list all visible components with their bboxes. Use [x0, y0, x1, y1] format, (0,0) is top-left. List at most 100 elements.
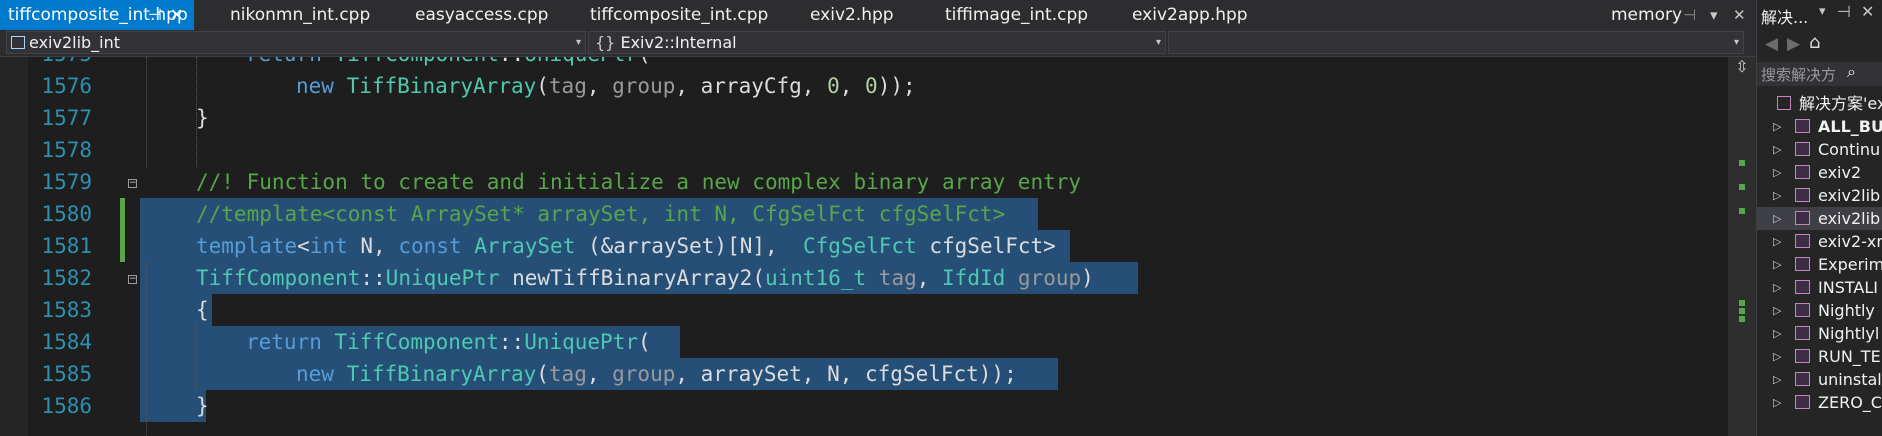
- project-label: exiv2lib: [1818, 209, 1881, 228]
- split-icon[interactable]: ⇳: [1734, 57, 1750, 77]
- dropdown-icon[interactable]: ▾: [1819, 4, 1826, 19]
- close-icon[interactable]: ✕: [1733, 0, 1746, 30]
- change-mark: [1739, 300, 1745, 306]
- panel-toolbar: ◀ ▶ ⌂: [1757, 30, 1882, 60]
- project-item[interactable]: ▷ Continu: [1757, 138, 1882, 161]
- code-line: 1583 {: [0, 294, 1728, 326]
- line-number: 1580: [41, 202, 92, 226]
- search-icon[interactable]: ⌕: [1847, 62, 1856, 82]
- project-label: Experim: [1818, 255, 1882, 274]
- code-text: TiffComponent::UniquePtr newTiffBinaryAr…: [196, 266, 1094, 290]
- pin-icon[interactable]: ⊣: [1837, 2, 1851, 21]
- project-item[interactable]: ▷ RUN_TE: [1757, 345, 1882, 368]
- scope-name: Exiv2::Internal: [620, 33, 737, 52]
- code-text: return TiffComponent::UniquePtr(: [246, 330, 651, 354]
- code-text: return TiffComponent::UniquePtr(: [246, 57, 651, 70]
- change-mark: [1739, 160, 1745, 166]
- project-icon: [1795, 165, 1810, 179]
- project-item[interactable]: ▷ ALL_BU: [1757, 115, 1882, 138]
- forward-icon[interactable]: ▶: [1787, 34, 1800, 54]
- expand-icon[interactable]: ▷: [1773, 184, 1781, 207]
- solution-label: 解决方案'ex: [1799, 94, 1882, 113]
- project-label: ALL_BU: [1818, 117, 1882, 136]
- expand-icon[interactable]: ▷: [1773, 207, 1781, 230]
- project-icon: [1795, 395, 1810, 409]
- home-icon[interactable]: ⌂: [1809, 32, 1820, 53]
- project-item-selected[interactable]: ▷ exiv2lib: [1757, 207, 1882, 230]
- tab-dropdown-icon[interactable]: ▾: [1710, 0, 1718, 30]
- line-number: 1584: [41, 330, 92, 354]
- solution-node[interactable]: 解决方案'ex: [1757, 92, 1882, 115]
- project-item[interactable]: ▷ exiv2: [1757, 161, 1882, 184]
- tab-easyaccess-cpp[interactable]: easyaccess.cpp: [415, 0, 548, 30]
- project-icon: [1795, 326, 1810, 340]
- expand-icon[interactable]: ▷: [1773, 391, 1781, 414]
- close-icon[interactable]: ✕: [170, 0, 183, 30]
- project-item[interactable]: ▷ INSTALI: [1757, 276, 1882, 299]
- navigation-bar: exiv2lib_int ▾ {} Exiv2::Internal ▾ ▾: [0, 30, 1756, 57]
- tab-exiv2app-hpp[interactable]: exiv2app.hpp: [1132, 0, 1248, 30]
- project-icon: [1795, 188, 1810, 202]
- close-icon[interactable]: ✕: [1861, 2, 1874, 21]
- back-icon[interactable]: ◀: [1765, 34, 1778, 54]
- project-dropdown[interactable]: exiv2lib_int ▾: [6, 31, 586, 54]
- tab-tiffcomposite-int-hpp[interactable]: tiffcomposite_int.hpp ⊣ ✕: [0, 0, 194, 30]
- change-mark: [1739, 184, 1745, 190]
- expand-icon[interactable]: ▷: [1773, 230, 1781, 253]
- project-item[interactable]: ▷ Nightly: [1757, 299, 1882, 322]
- project-icon: [1795, 349, 1810, 363]
- expand-icon[interactable]: ▷: [1773, 345, 1781, 368]
- project-label: Continu: [1818, 140, 1881, 159]
- expand-icon[interactable]: ▷: [1773, 138, 1781, 161]
- vertical-scrollbar[interactable]: ⇳: [1728, 57, 1756, 436]
- tab-memory-overflow[interactable]: memory: [1611, 0, 1682, 30]
- project-icon: [1795, 280, 1810, 294]
- code-line: 1579 //! Function to create and initiali…: [0, 166, 1728, 198]
- expand-icon[interactable]: ▷: [1773, 322, 1781, 345]
- project-label: exiv2: [1818, 163, 1862, 182]
- project-item[interactable]: ▷ Experim: [1757, 253, 1882, 276]
- line-number: 1583: [41, 298, 92, 322]
- search-field[interactable]: 搜索解决方 ⌕: [1757, 62, 1882, 86]
- tab-exiv2-hpp[interactable]: exiv2.hpp: [810, 0, 894, 30]
- project-label: Nightlyl: [1818, 324, 1880, 343]
- code-text: }: [196, 394, 209, 418]
- member-dropdown[interactable]: ▾: [1168, 31, 1744, 54]
- expand-icon[interactable]: ▷: [1773, 299, 1781, 322]
- expand-icon[interactable]: ▷: [1773, 253, 1781, 276]
- code-text: new TiffBinaryArray(tag, group, arrayCfg…: [296, 74, 916, 98]
- project-item[interactable]: ▷ Nightlyl: [1757, 322, 1882, 345]
- code-text: }: [196, 106, 209, 130]
- line-number: 1582: [41, 266, 92, 290]
- project-label: RUN_TE: [1818, 347, 1881, 366]
- tab-tiffimage-int-cpp[interactable]: tiffimage_int.cpp: [945, 0, 1088, 30]
- expand-icon[interactable]: ▷: [1773, 276, 1781, 299]
- project-item[interactable]: ▷ exiv2lib: [1757, 184, 1882, 207]
- namespace-icon: {}: [595, 33, 616, 52]
- expand-icon[interactable]: ▷: [1773, 368, 1781, 391]
- project-label: ZERO_C: [1818, 393, 1882, 412]
- project-icon: [1795, 372, 1810, 386]
- chevron-down-icon: ▾: [1155, 37, 1161, 48]
- expand-icon[interactable]: ▷: [1773, 161, 1781, 184]
- tab-tiffcomposite-int-cpp[interactable]: tiffcomposite_int.cpp: [590, 0, 768, 30]
- project-item[interactable]: ▷ exiv2-xr: [1757, 230, 1882, 253]
- code-line: 1578: [0, 134, 1728, 166]
- line-number: 1586: [41, 394, 92, 418]
- project-icon: [1795, 257, 1810, 271]
- code-line: 1582 TiffComponent::UniquePtr newTiffBin…: [0, 262, 1728, 294]
- line-number: 1585: [41, 362, 92, 386]
- chevron-down-icon: ▾: [575, 37, 581, 48]
- pin-icon[interactable]: ⊣: [148, 0, 162, 30]
- scope-dropdown[interactable]: {} Exiv2::Internal ▾: [588, 31, 1166, 54]
- project-label: uninstal: [1818, 370, 1882, 389]
- change-mark: [1739, 316, 1745, 322]
- code-editor[interactable]: − − 1575 return TiffComponent::UniquePtr…: [0, 57, 1728, 436]
- project-item[interactable]: ▷ uninstal: [1757, 368, 1882, 391]
- project-name: exiv2lib_int: [29, 33, 121, 52]
- tab-nikonmn-int-cpp[interactable]: nikonmn_int.cpp: [230, 0, 370, 30]
- project-item[interactable]: ▷ ZERO_C: [1757, 391, 1882, 414]
- expand-icon[interactable]: ▷: [1773, 115, 1781, 138]
- pin-icon[interactable]: ⊣: [1683, 0, 1696, 30]
- tab-label: exiv2app.hpp: [1132, 5, 1248, 25]
